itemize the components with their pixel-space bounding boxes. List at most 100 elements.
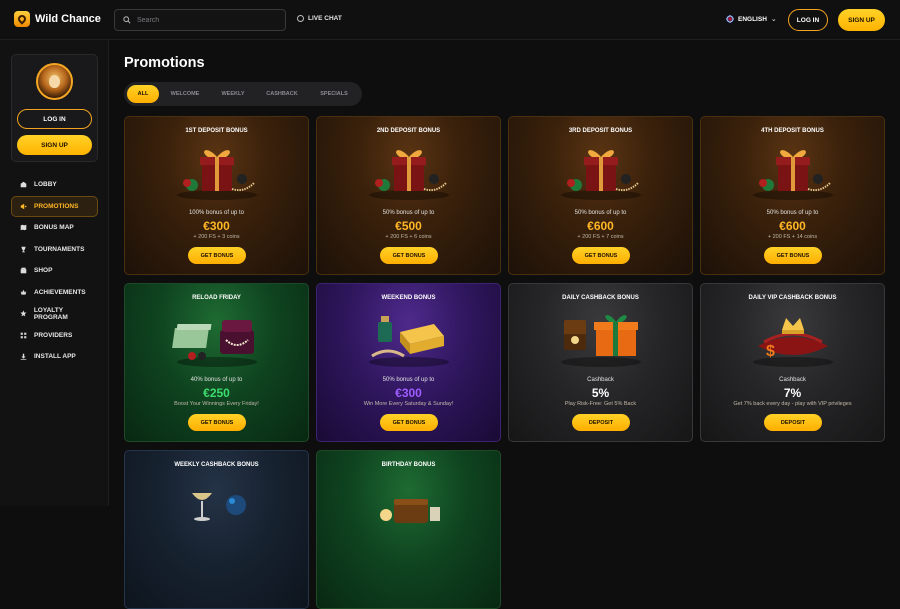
- promo-action-button[interactable]: DEPOSIT: [764, 414, 822, 431]
- sidebar-nav: LOBBY PROMOTIONS BONUS MAP TOURNAMENTS S…: [11, 174, 98, 368]
- sidebar-item-lobby[interactable]: LOBBY: [11, 174, 98, 196]
- star-icon: [20, 310, 27, 317]
- promo-action-button[interactable]: GET BONUS: [380, 247, 438, 264]
- promo-extra: + 200 FS + 14 coins: [767, 234, 818, 240]
- promo-illustration: [364, 139, 454, 201]
- promo-extra: Play Risk-Free: Get 5% Back: [564, 401, 637, 407]
- promo-description: Cashback: [587, 377, 614, 383]
- promo-action-button[interactable]: GET BONUS: [380, 414, 438, 431]
- promo-amount: €300: [203, 219, 230, 233]
- promo-extra: + 200 FS + 6 coins: [385, 234, 432, 240]
- promo-title: 3RD DEPOSIT BONUS: [568, 128, 633, 134]
- tab-welcome[interactable]: WELCOME: [159, 85, 211, 103]
- promo-description: 50% bonus of up to: [382, 210, 435, 216]
- promo-card[interactable]: WEEKLY CASHBACK BONUS: [124, 450, 309, 609]
- promo-title: BIRTHDAY BONUS: [381, 462, 436, 468]
- promo-card[interactable]: WEEKEND BONUS 50% bonus of up to €300 Wi…: [316, 283, 501, 442]
- promo-description: 40% bonus of up to: [190, 377, 243, 383]
- map-icon: [20, 224, 27, 231]
- lobby-icon: [20, 181, 27, 188]
- sidebar-item-achievements[interactable]: ACHIEVEMENTS: [11, 282, 98, 304]
- promo-card[interactable]: RELOAD FRIDAY 40% bonus of up to €250 Bo…: [124, 283, 309, 442]
- promo-title: 1ST DEPOSIT BONUS: [185, 128, 248, 134]
- promo-illustration: [172, 473, 262, 535]
- sidebar-signup-button[interactable]: SIGN UP: [17, 135, 92, 155]
- megaphone-icon: [20, 203, 27, 210]
- brand-name: Wild Chance: [35, 13, 101, 25]
- guest-profile-card: LOG IN SIGN UP: [11, 54, 98, 162]
- promo-amount: €600: [587, 219, 614, 233]
- promo-title: RELOAD FRIDAY: [192, 295, 241, 301]
- promo-illustration: [748, 139, 838, 201]
- promo-title: WEEKEND BONUS: [381, 295, 436, 301]
- promo-card[interactable]: 4TH DEPOSIT BONUS 50% bonus of up to €60…: [700, 116, 885, 275]
- promo-card[interactable]: DAILY VIP CASHBACK BONUS $ Cashback 7% G…: [700, 283, 885, 442]
- header-signup-button[interactable]: SIGN UP: [838, 9, 885, 31]
- tab-all[interactable]: ALL: [127, 85, 159, 103]
- live-chat-label: LIVE CHAT: [308, 15, 342, 22]
- tab-weekly[interactable]: WEEKLY: [211, 85, 255, 103]
- svg-text:$: $: [766, 343, 775, 360]
- sidebar-item-providers[interactable]: PROVIDERS: [11, 325, 98, 347]
- sidebar-item-label: PROVIDERS: [34, 331, 73, 339]
- promo-illustration: [556, 139, 646, 201]
- sidebar-item-loyalty-program[interactable]: LOYALTY PROGRAM: [11, 303, 98, 325]
- promo-action-button[interactable]: GET BONUS: [188, 247, 246, 264]
- promo-card[interactable]: 3RD DEPOSIT BONUS 50% bonus of up to €60…: [508, 116, 693, 275]
- promo-amount: €600: [779, 219, 806, 233]
- search-box[interactable]: [114, 9, 286, 31]
- sidebar-item-promotions[interactable]: PROMOTIONS: [11, 195, 98, 217]
- sidebar-item-tournaments[interactable]: TOURNAMENTS: [11, 239, 98, 261]
- promo-description: 100% bonus of up to: [188, 210, 245, 216]
- sidebar-item-label: SHOP: [34, 267, 53, 275]
- main-content: Promotions ALL WELCOME WEEKLY CASHBACK S…: [110, 40, 900, 609]
- promo-action-button[interactable]: GET BONUS: [188, 414, 246, 431]
- promo-amount: €500: [395, 219, 422, 233]
- promo-illustration: [364, 473, 454, 535]
- avatar: [36, 63, 73, 100]
- promo-extra: Win More Every Saturday & Sunday!: [363, 401, 454, 407]
- promo-filter-tabs: ALL WELCOME WEEKLY CASHBACK SPECIALS: [124, 82, 362, 106]
- promo-illustration: [364, 306, 454, 368]
- promo-card[interactable]: DAILY CASHBACK BONUS Cashback 5% Play Ri…: [508, 283, 693, 442]
- trophy-icon: [21, 246, 26, 253]
- top-bar: Wild Chance LIVE CHAT ENGLISH ⌄ LOG IN S…: [0, 0, 900, 40]
- promo-amount: €300: [395, 386, 422, 400]
- promo-description: Cashback: [779, 377, 806, 383]
- promo-illustration: [172, 139, 262, 201]
- promo-description: 50% bonus of up to: [766, 210, 819, 216]
- page-title: Promotions: [124, 55, 205, 71]
- promo-card[interactable]: 2ND DEPOSIT BONUS 50% bonus of up to €50…: [316, 116, 501, 275]
- sidebar-item-label: INSTALL APP: [34, 353, 76, 361]
- promo-illustration: [171, 306, 262, 368]
- brand-logo[interactable]: Wild Chance: [14, 11, 101, 27]
- sidebar-item-label: ACHIEVEMENTS: [34, 288, 86, 296]
- live-chat-link[interactable]: LIVE CHAT: [297, 15, 342, 22]
- tab-cashback[interactable]: CASHBACK: [255, 85, 309, 103]
- promo-title: 2ND DEPOSIT BONUS: [376, 128, 441, 134]
- promo-card[interactable]: 1ST DEPOSIT BONUS 100% bonus of up to €3…: [124, 116, 309, 275]
- sidebar-item-install-app[interactable]: INSTALL APP: [11, 346, 98, 368]
- sidebar-item-bonus-map[interactable]: BONUS MAP: [11, 217, 98, 239]
- promo-action-button[interactable]: DEPOSIT: [572, 414, 630, 431]
- promo-action-button[interactable]: GET BONUS: [764, 247, 822, 264]
- promo-action-button[interactable]: GET BONUS: [572, 247, 630, 264]
- promo-card[interactable]: BIRTHDAY BONUS: [316, 450, 501, 609]
- sidebar-login-button[interactable]: LOG IN: [17, 109, 92, 129]
- promo-amount: €250: [203, 386, 230, 400]
- promo-amount: 7%: [783, 386, 802, 400]
- header-login-button[interactable]: LOG IN: [788, 9, 828, 31]
- promo-description: 50% bonus of up to: [382, 377, 435, 383]
- chat-icon: [297, 15, 304, 22]
- search-input[interactable]: [137, 16, 277, 24]
- sidebar-item-label: PROMOTIONS: [34, 202, 79, 210]
- sidebar-item-shop[interactable]: SHOP: [11, 260, 98, 282]
- promo-extra: Get 7% back every day - play with VIP pr…: [733, 401, 852, 407]
- promo-title: 4TH DEPOSIT BONUS: [761, 128, 824, 134]
- chevron-down-icon: ⌄: [770, 16, 777, 23]
- search-icon: [123, 16, 131, 24]
- promo-amount: 5%: [591, 386, 610, 400]
- tab-specials[interactable]: SPECIALS: [309, 85, 359, 103]
- language-selector[interactable]: ENGLISH ⌄: [726, 15, 777, 23]
- sidebar-item-label: LOBBY: [34, 181, 57, 189]
